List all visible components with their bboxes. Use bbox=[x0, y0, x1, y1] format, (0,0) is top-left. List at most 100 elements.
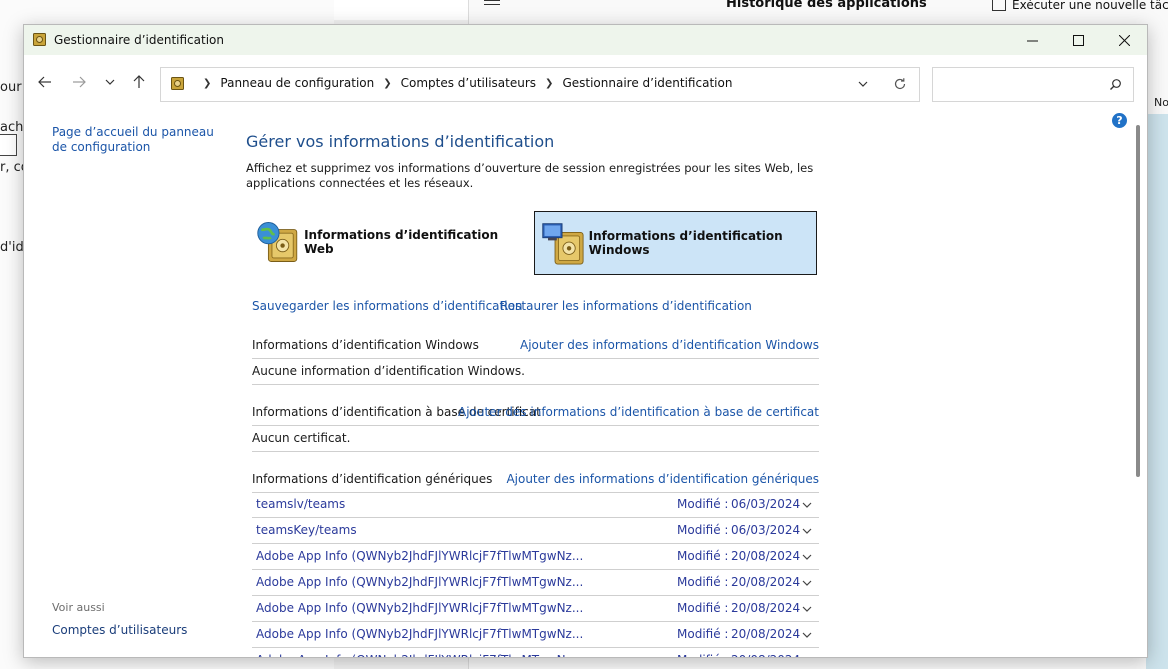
recent-locations-button[interactable] bbox=[99, 71, 121, 93]
chevron-right-icon: ❯ bbox=[203, 77, 212, 89]
modified-date: 20/08/2024 bbox=[731, 549, 801, 563]
windows-credentials-label: Informations d’identification Windows bbox=[588, 229, 783, 257]
credential-name[interactable]: teamslv/teams bbox=[256, 497, 345, 511]
back-button[interactable] bbox=[34, 71, 56, 93]
background-input bbox=[0, 134, 17, 156]
credential-name[interactable]: Adobe App Info (QWNyb2JhdFJlYWRlcjF7fTlw… bbox=[256, 575, 583, 589]
modified-date: 06/03/2024 bbox=[731, 523, 801, 537]
background-text: our bbox=[0, 80, 22, 95]
vertical-scrollbar[interactable] bbox=[1136, 125, 1140, 477]
control-panel-icon bbox=[171, 76, 184, 90]
modified-label: Modifié : bbox=[677, 601, 729, 615]
modified-date: 20/08/2024 bbox=[731, 627, 801, 641]
address-bar[interactable]: ❯ Panneau de configuration ❯ Comptes d’u… bbox=[160, 67, 920, 102]
refresh-button[interactable] bbox=[893, 77, 907, 94]
run-new-task-label: Exécuter une nouvelle tâche bbox=[1012, 0, 1168, 12]
navigation-bar: ❯ Panneau de configuration ❯ Comptes d’u… bbox=[24, 55, 1147, 109]
chevron-down-icon[interactable] bbox=[801, 577, 813, 589]
restore-credentials-link[interactable]: Restaurer les informations d’identificat… bbox=[500, 299, 752, 313]
modified-label: Modifié : bbox=[677, 653, 728, 657]
windows-credentials-empty: Aucune information d’identification Wind… bbox=[252, 358, 819, 385]
generic-credentials-section-title: Informations d’identification génériques bbox=[252, 472, 493, 486]
add-generic-credential-link[interactable]: Ajouter des informations d’identificatio… bbox=[506, 472, 819, 486]
up-button[interactable] bbox=[128, 71, 150, 93]
see-also-heading: Voir aussi bbox=[52, 601, 105, 614]
modified-label: Modifié : bbox=[677, 523, 729, 537]
credential-name[interactable]: Adobe App Info (QWNyb2JhdFJlYWRlcjF7fTlw… bbox=[256, 549, 583, 563]
globe-vault-icon bbox=[257, 222, 298, 262]
certificate-credentials-empty: Aucun certificat. bbox=[252, 425, 819, 452]
page-description: Affichez et supprimez vos informations d… bbox=[246, 161, 814, 190]
maximize-button[interactable] bbox=[1055, 25, 1101, 55]
breadcrumb: ❯ Panneau de configuration ❯ Comptes d’u… bbox=[171, 76, 732, 90]
modified-label: Modifié : bbox=[677, 575, 729, 589]
arrow-right-icon bbox=[73, 76, 86, 88]
add-windows-credential-link[interactable]: Ajouter des informations d’identificatio… bbox=[520, 338, 819, 352]
credential-name[interactable]: Adobe App Info (QWNyb2JhdFJlYWRlcjF7fTlw… bbox=[256, 627, 583, 641]
credential-name[interactable]: Adobe App Info (QWNyb2JhdFJlYWRlcjF7fTlw… bbox=[256, 601, 583, 615]
minimize-icon bbox=[1026, 40, 1038, 41]
run-new-task-button[interactable]: Exécuter une nouvelle tâche bbox=[992, 0, 1168, 12]
search-input[interactable] bbox=[932, 67, 1134, 102]
background-window-title: Historique des applications bbox=[726, 0, 927, 11]
refresh-icon bbox=[894, 78, 906, 90]
add-certificate-credential-link[interactable]: Ajouter des informations d’identificatio… bbox=[458, 405, 819, 419]
close-icon bbox=[1118, 34, 1130, 46]
background-panel bbox=[1146, 114, 1168, 669]
help-icon[interactable]: ? bbox=[1112, 113, 1127, 128]
close-button[interactable] bbox=[1101, 25, 1147, 55]
chevron-down-icon bbox=[105, 79, 115, 85]
modified-date: 20/08/2024 bbox=[731, 653, 800, 657]
modified-label: Modifié : bbox=[677, 549, 729, 563]
chevron-down-icon[interactable] bbox=[801, 603, 813, 615]
control-panel-home-link[interactable]: Page d’accueil du panneau de configurati… bbox=[52, 125, 222, 155]
search-field[interactable] bbox=[939, 74, 1103, 94]
chevron-down-icon[interactable] bbox=[801, 525, 813, 537]
generic-credential-row[interactable]: Adobe App Info (QWNyb2JhdFJlYWRlcjF7fTlw… bbox=[252, 544, 819, 570]
credential-manager-icon bbox=[33, 33, 46, 46]
credential-name[interactable]: Adobe App Info (QWNyb2JhdFJlYWRlcjF7fTlw… bbox=[256, 653, 583, 657]
web-credentials-label: Informations d’identification Web bbox=[304, 228, 499, 256]
breadcrumb-item-user-accounts[interactable]: Comptes d’utilisateurs bbox=[401, 76, 536, 90]
breadcrumb-item-control-panel[interactable]: Panneau de configuration bbox=[220, 76, 374, 90]
user-accounts-link[interactable]: Comptes d’utilisateurs bbox=[52, 623, 187, 638]
windows-credentials-tile[interactable]: Informations d’identification Windows bbox=[534, 211, 817, 275]
modified-date: 20/08/2024 bbox=[731, 575, 801, 589]
hamburger-menu-icon[interactable] bbox=[484, 0, 500, 8]
web-credentials-tile[interactable]: Informations d’identification Web bbox=[256, 211, 506, 273]
certificate-credentials-empty-text: Aucun certificat. bbox=[252, 431, 351, 445]
generic-credential-row[interactable]: Adobe App Info (QWNyb2JhdFJlYWRlcjF7fTlw… bbox=[252, 570, 819, 596]
modified-label: Modifié : bbox=[677, 627, 729, 641]
credential-manager-window: Gestionnaire d’identification ❯ Panneau … bbox=[23, 24, 1148, 658]
generic-credentials-section: Informations d’identification génériques… bbox=[252, 466, 819, 493]
maximize-icon bbox=[1072, 34, 1084, 46]
generic-credential-row[interactable]: teamsKey/teams Modifié :06/03/2024 bbox=[252, 518, 819, 544]
computer-vault-icon bbox=[542, 223, 584, 265]
chevron-right-icon: ❯ bbox=[545, 77, 554, 89]
breadcrumb-item-credential-manager[interactable]: Gestionnaire d’identification bbox=[562, 76, 732, 90]
chevron-down-icon[interactable] bbox=[801, 499, 813, 511]
generic-credential-row[interactable]: Adobe App Info (QWNyb2JhdFJlYWRlcjF7fTlw… bbox=[252, 596, 819, 622]
generic-credential-row[interactable]: teamslv/teams Modifié :06/03/2024 bbox=[252, 492, 819, 518]
search-icon bbox=[1110, 79, 1121, 90]
chevron-down-icon[interactable] bbox=[801, 629, 813, 641]
chevron-right-icon: ❯ bbox=[383, 77, 392, 89]
certificate-credentials-section: Informations d’identification à base de … bbox=[252, 399, 819, 426]
windows-credentials-section: Informations d’identification Windows Aj… bbox=[252, 332, 819, 359]
arrow-left-icon bbox=[38, 76, 51, 88]
address-history-button[interactable] bbox=[857, 78, 869, 93]
generic-credential-row[interactable]: Adobe App Info (QWNyb2JhdFJlYWRlcjF7fTlw… bbox=[252, 648, 819, 658]
background-text: No bbox=[1154, 96, 1168, 109]
forward-button[interactable] bbox=[68, 71, 90, 93]
generic-credential-row[interactable]: Adobe App Info (QWNyb2JhdFJlYWRlcjF7fTlw… bbox=[252, 622, 819, 648]
modified-date: 06/03/2024 bbox=[731, 497, 801, 511]
backup-credentials-link[interactable]: Sauvegarder les informations d’identific… bbox=[252, 299, 523, 313]
credential-name[interactable]: teamsKey/teams bbox=[256, 523, 357, 537]
minimize-button[interactable] bbox=[1009, 25, 1055, 55]
chevron-down-icon[interactable] bbox=[801, 655, 813, 658]
modified-date: 20/08/2024 bbox=[731, 601, 801, 615]
windows-credentials-empty-text: Aucune information d’identification Wind… bbox=[252, 364, 525, 378]
chevron-down-icon[interactable] bbox=[801, 551, 813, 563]
chevron-down-icon bbox=[858, 81, 868, 87]
title-bar: Gestionnaire d’identification bbox=[24, 25, 1147, 55]
